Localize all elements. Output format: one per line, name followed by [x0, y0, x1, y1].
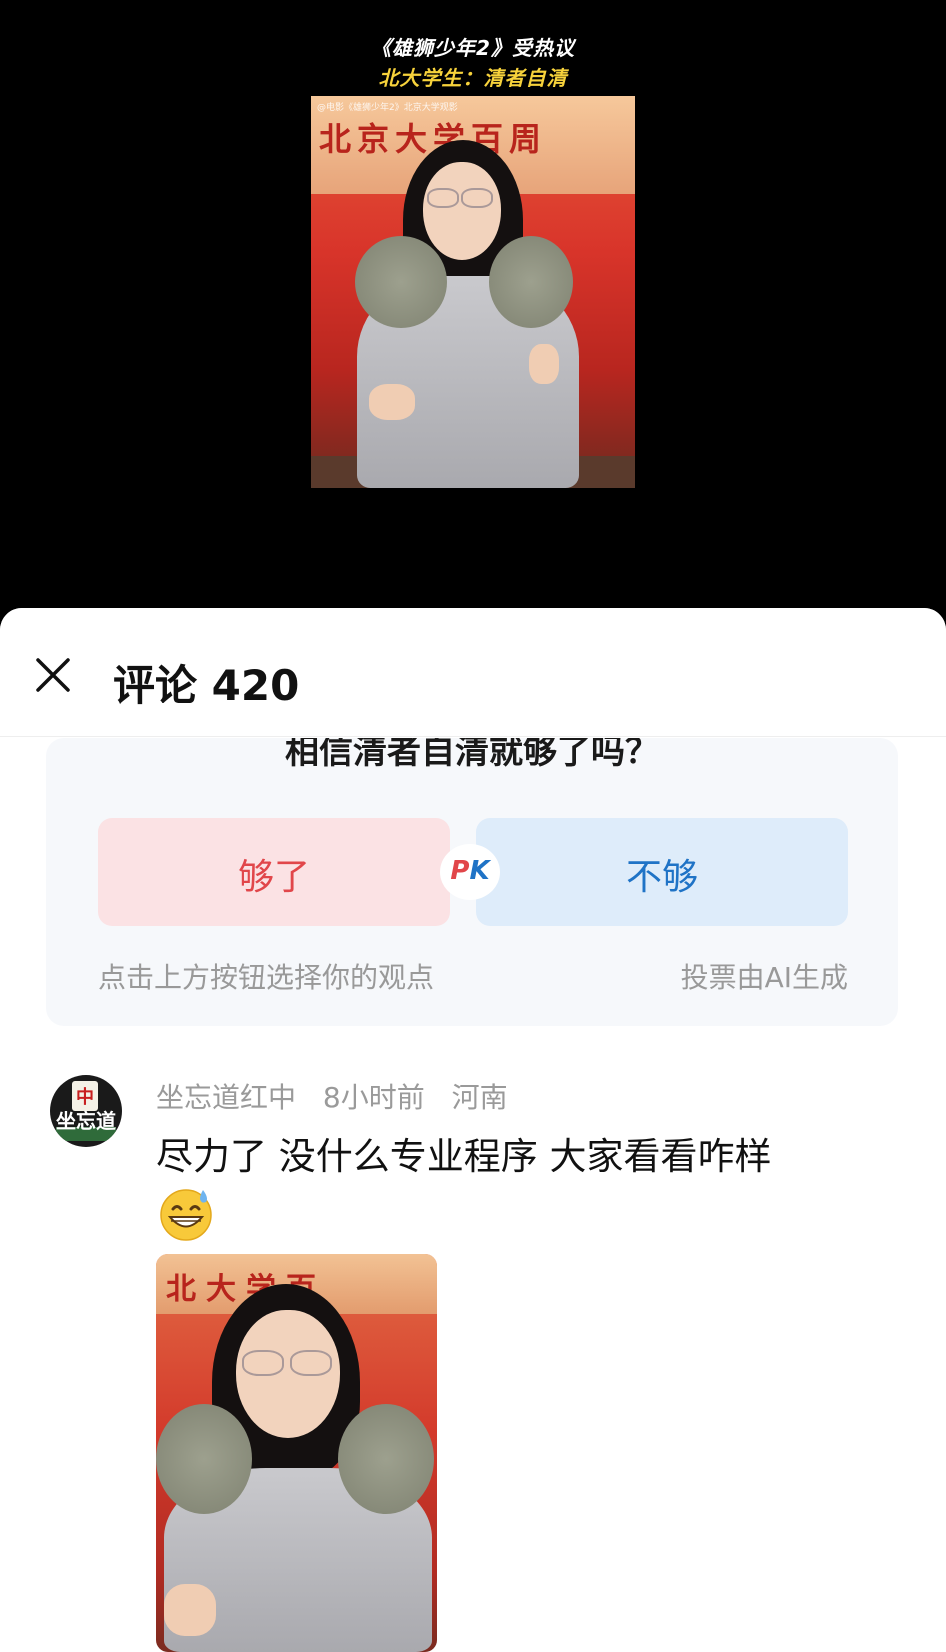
comments-sheet: 相信清者自清就够了吗？ 够了 不够 PK 点击上方按钮选择你的观点 投票由AI生…	[0, 608, 946, 1652]
comment-image[interactable]: 北大学百	[156, 1254, 437, 1652]
vote-ai-note: 投票由AI生成	[680, 961, 848, 994]
comment-text: 尽力了 没什么专业程序 大家看看咋样	[156, 1135, 772, 1178]
pk-letter-p: P	[450, 856, 470, 886]
vote-option-enough-label: 够了	[237, 857, 310, 898]
video-frame[interactable]: 北京大学百周 @电影《雄狮少年2》北京大学观影	[311, 96, 635, 488]
vote-option-enough-button[interactable]: 够了	[98, 818, 450, 926]
vote-card: 相信清者自清就够了吗？ 够了 不够 PK 点击上方按钮选择你的观点 投票由AI生…	[46, 738, 898, 1026]
vote-hint: 点击上方按钮选择你的观点	[98, 961, 435, 994]
video-player[interactable]: 《雄狮少年2》受热议 北大学生：清者自清 北京大学百周 @电影《雄狮少年2》北京…	[0, 0, 946, 610]
grinning-sweat-emoji-icon	[156, 1184, 216, 1244]
pk-badge: PK	[440, 844, 500, 900]
close-icon[interactable]	[30, 652, 76, 698]
pk-letter-k: K	[469, 856, 490, 886]
avatar-text: 坐忘道	[56, 1109, 116, 1133]
comments-title: 评论 420	[113, 661, 300, 710]
comment-meta: 坐忘道红中 8小时前 河南	[156, 1076, 526, 1116]
video-watermark: @电影《雄狮少年2》北京大学观影	[317, 103, 458, 113]
vote-option-not-enough-button[interactable]: 不够	[476, 818, 848, 926]
pk-text: PK	[440, 856, 500, 886]
comments-header: 评论 420	[0, 608, 946, 737]
comment-location: 河南	[451, 1081, 508, 1114]
vote-option-not-enough-label: 不够	[625, 857, 698, 898]
comment-username[interactable]: 坐忘道红中	[156, 1081, 296, 1114]
video-caption-subtitle: 北大学生：清者自清	[378, 66, 568, 90]
comment-time: 8小时前	[322, 1081, 425, 1114]
avatar[interactable]: 中 坐忘道	[50, 1075, 122, 1147]
vote-question: 相信清者自清就够了吗？	[285, 738, 659, 772]
video-caption-title: 《雄狮少年2》受热议	[371, 36, 575, 60]
